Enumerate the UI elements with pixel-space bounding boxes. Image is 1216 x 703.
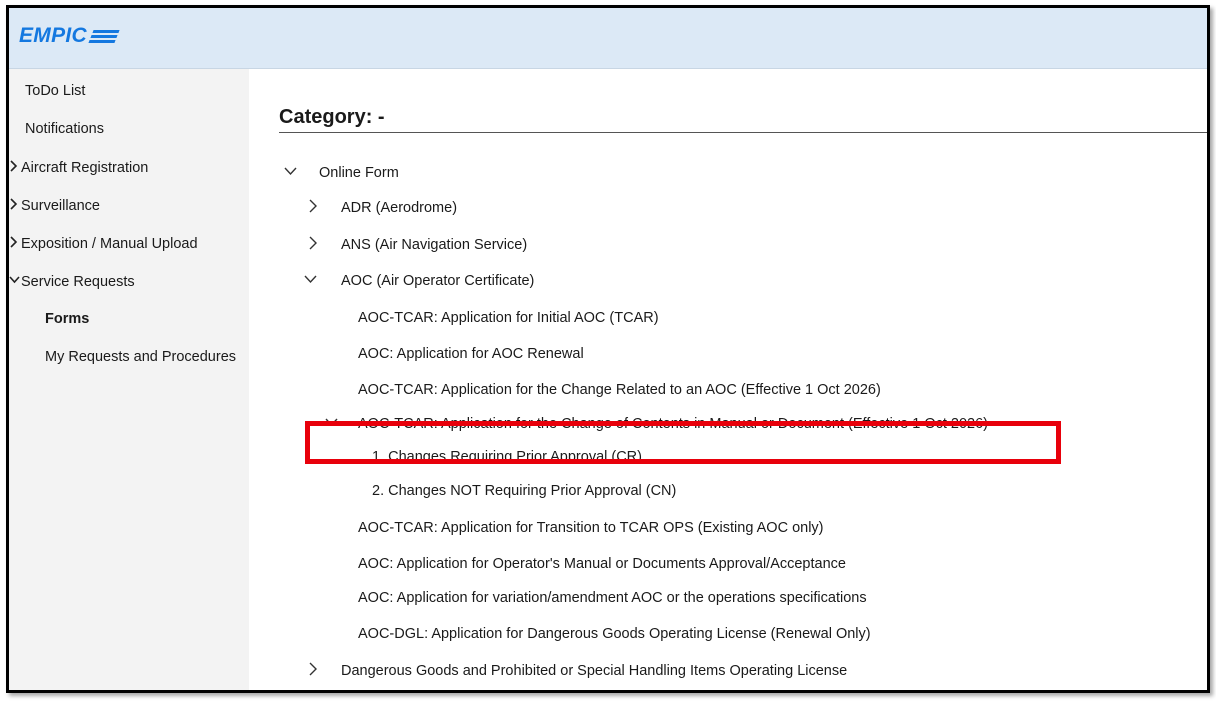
sidebar-item-label: Service Requests xyxy=(21,273,135,290)
sidebar-item-exposition-manual-upload[interactable]: Exposition / Manual Upload xyxy=(9,235,198,252)
tree-leaf-aoc-variation-amendment[interactable]: AOC: Application for variation/amendment… xyxy=(358,590,867,606)
tree-leaf-aoc-operators-manual[interactable]: AOC: Application for Operator's Manual o… xyxy=(358,556,846,572)
tree-node-online-form[interactable]: Online Form xyxy=(284,165,399,181)
sidebar-item-todo-list[interactable]: ToDo List xyxy=(25,83,85,99)
tree-node-label: Dangerous Goods and Prohibited or Specia… xyxy=(341,663,848,679)
tree-node-label: AOC: Application for variation/amendment… xyxy=(358,590,867,606)
tree-leaf-aoc-dgl[interactable]: AOC-DGL: Application for Dangerous Goods… xyxy=(358,626,871,642)
page-title: Category: - xyxy=(279,106,385,128)
tree-node-label: AOC-TCAR: Application for the Change of … xyxy=(358,416,988,432)
tree-leaf-aoc-tcar-transition[interactable]: AOC-TCAR: Application for Transition to … xyxy=(358,520,824,536)
tree-leaf-aoc-renewal[interactable]: AOC: Application for AOC Renewal xyxy=(358,346,584,362)
app-window: EMPIC ToDo List Notifications Aircraft R… xyxy=(6,5,1210,693)
logo-lines-icon xyxy=(88,28,120,44)
tree-node-aoc[interactable]: AOC (Air Operator Certificate) xyxy=(304,273,534,289)
sidebar: ToDo List Notifications Aircraft Registr… xyxy=(9,69,249,690)
tree-node-label: AOC-DGL: Application for Dangerous Goods… xyxy=(358,626,871,642)
sidebar-item-label: ToDo List xyxy=(25,83,86,99)
chevron-down-icon[interactable] xyxy=(304,273,341,289)
tree-leaf-aoc-tcar-initial[interactable]: AOC-TCAR: Application for Initial AOC (T… xyxy=(358,310,659,326)
sidebar-item-label: My Requests and Procedures xyxy=(45,349,237,365)
tree-node-label: AOC-TCAR: Application for the Change Rel… xyxy=(358,382,881,398)
chevron-right-icon[interactable] xyxy=(9,159,21,176)
tree-node-adr[interactable]: ADR (Aerodrome) xyxy=(308,199,457,217)
sidebar-item-service-requests[interactable]: Service Requests xyxy=(9,273,135,290)
sidebar-item-aircraft-registration[interactable]: Aircraft Registration xyxy=(9,159,148,176)
tree-node-label: Online Form xyxy=(319,165,399,181)
empic-logo[interactable]: EMPIC xyxy=(19,24,120,48)
chevron-right-icon[interactable] xyxy=(9,235,21,252)
tree-node-label: AOC-TCAR: Application for Initial AOC (T… xyxy=(358,310,659,326)
sidebar-item-my-requests-and-procedures[interactable]: My Requests and Procedures xyxy=(45,349,236,365)
tree-leaf-changes-requiring-prior-approval[interactable]: 1. Changes Requiring Prior Approval (CR) xyxy=(372,449,642,465)
title-divider xyxy=(279,132,1207,133)
chevron-down-icon[interactable] xyxy=(325,416,358,432)
sidebar-item-label: Aircraft Registration xyxy=(21,159,149,176)
main-content: Category: - Online Form ADR (Aerodrome) … xyxy=(249,69,1207,690)
sidebar-item-label: Notifications xyxy=(25,121,104,137)
tree-node-dangerous-goods[interactable]: Dangerous Goods and Prohibited or Specia… xyxy=(308,662,847,680)
chevron-right-icon[interactable] xyxy=(308,236,341,254)
tree-node-aoc-tcar-change-contents[interactable]: AOC-TCAR: Application for the Change of … xyxy=(325,416,988,432)
chevron-right-icon[interactable] xyxy=(308,199,341,217)
tree-node-label: AOC (Air Operator Certificate) xyxy=(341,273,535,289)
chevron-right-icon[interactable] xyxy=(308,662,341,680)
sidebar-item-label: Exposition / Manual Upload xyxy=(21,235,198,252)
sidebar-item-label: Forms xyxy=(45,311,90,327)
tree-node-label: 1. Changes Requiring Prior Approval (CR) xyxy=(372,449,642,465)
sidebar-item-notifications[interactable]: Notifications xyxy=(25,121,104,137)
tree-node-ans[interactable]: ANS (Air Navigation Service) xyxy=(308,236,527,254)
tree-node-label: AOC-TCAR: Application for Transition to … xyxy=(358,520,824,536)
top-header: EMPIC xyxy=(9,8,1207,69)
logo-text: EMPIC xyxy=(19,24,88,47)
sidebar-item-forms[interactable]: Forms xyxy=(45,311,89,327)
tree-node-label: 2. Changes NOT Requiring Prior Approval … xyxy=(372,483,677,499)
chevron-down-icon[interactable] xyxy=(9,273,21,290)
tree-node-label: AOC: Application for Operator's Manual o… xyxy=(358,556,846,572)
tree-node-label: AOC: Application for AOC Renewal xyxy=(358,346,584,362)
tree-leaf-aoc-tcar-change-related[interactable]: AOC-TCAR: Application for the Change Rel… xyxy=(358,382,881,398)
sidebar-item-surveillance[interactable]: Surveillance xyxy=(9,197,100,214)
tree-node-label: ADR (Aerodrome) xyxy=(341,200,458,216)
tree-node-label: ANS (Air Navigation Service) xyxy=(341,237,528,253)
chevron-right-icon[interactable] xyxy=(9,197,21,214)
sidebar-item-label: Surveillance xyxy=(21,197,100,214)
tree-leaf-changes-not-requiring-prior-approval[interactable]: 2. Changes NOT Requiring Prior Approval … xyxy=(372,483,676,499)
chevron-down-icon[interactable] xyxy=(284,165,319,181)
